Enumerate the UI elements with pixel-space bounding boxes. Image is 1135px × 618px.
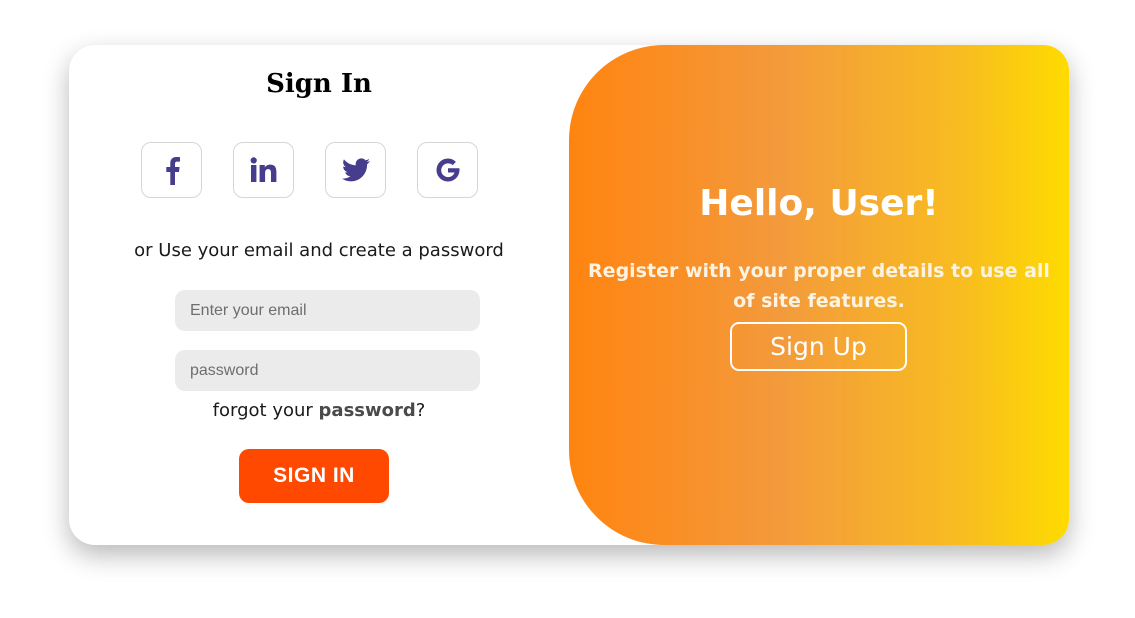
linkedin-login-button[interactable] <box>233 142 294 198</box>
social-login-row <box>141 142 478 200</box>
overlay-title: Hello, User! <box>699 183 939 224</box>
sign-up-button[interactable]: Sign Up <box>730 322 907 371</box>
forgot-suffix: ? <box>415 400 426 421</box>
signin-panel: Sign In or Use your email and create a p… <box>69 45 569 545</box>
forgot-password-strong[interactable]: password <box>319 400 416 421</box>
email-field[interactable] <box>175 290 480 331</box>
facebook-login-button[interactable] <box>141 142 202 198</box>
google-login-button[interactable] <box>417 142 478 198</box>
sign-in-button[interactable]: SIGN IN <box>239 449 389 503</box>
linkedin-icon <box>250 157 276 182</box>
password-field[interactable] <box>175 350 480 391</box>
auth-card: Sign In or Use your email and create a p… <box>69 45 1069 545</box>
email-signin-hint: or Use your email and create a password <box>134 240 504 261</box>
signup-overlay-panel: Hello, User! Register with your proper d… <box>569 45 1069 545</box>
google-icon <box>435 158 459 182</box>
facebook-icon <box>165 157 180 185</box>
overlay-description: Register with your proper details to use… <box>588 260 1050 312</box>
forgot-prefix: forgot your <box>212 400 319 421</box>
forgot-password-link[interactable]: forgot your password? <box>69 400 569 421</box>
twitter-icon <box>341 158 370 182</box>
twitter-login-button[interactable] <box>325 142 386 198</box>
signin-title: Sign In <box>266 69 372 99</box>
